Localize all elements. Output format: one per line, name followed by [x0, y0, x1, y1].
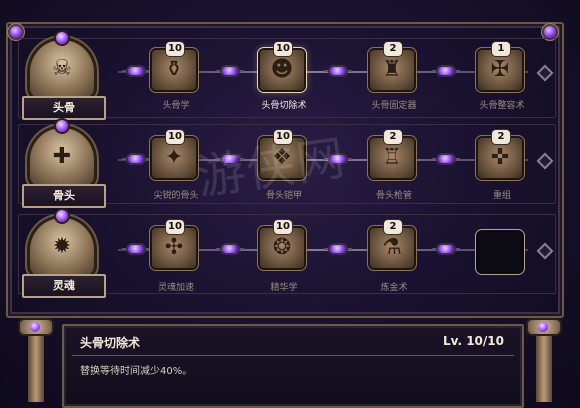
skill-level-badge: 10 [274, 220, 292, 234]
sharp-bone-icon: ✦ [164, 145, 184, 170]
skill-level-badge: 10 [166, 42, 184, 56]
skull-fixer-icon: ♜ [382, 57, 402, 82]
skill-slot-selected[interactable]: ☻ 10 [260, 42, 308, 92]
skill-slot[interactable]: ✣ 10 [152, 220, 200, 270]
skill-name: 灵魂加速 [157, 283, 194, 293]
link-node [122, 154, 150, 164]
skill-detail-panel: 头骨切除术 Lv. 10/10 替换等待时间减少40%。 [62, 324, 524, 408]
skill-slot[interactable]: ❂ 10 [260, 220, 308, 270]
category-label: 头骨 [22, 96, 106, 120]
bone-barrel-icon: ♖ [382, 145, 402, 170]
detail-title: 头骨切除术 [80, 336, 141, 350]
detail-description: 替换等待时间减少40%。 [80, 366, 193, 377]
skill-level-badge: 2 [384, 220, 402, 234]
row-end-node-icon [536, 242, 554, 260]
soul-icon: ✹ [52, 234, 72, 259]
pillar-gem-icon [538, 322, 548, 332]
row-end-node-icon [536, 152, 554, 170]
soul-accel-icon: ✣ [164, 235, 184, 260]
skill-level-badge: 2 [492, 130, 510, 144]
category-bone[interactable]: ✚ 骨头 [22, 120, 106, 208]
skull-study-icon: ⚱ [164, 57, 184, 82]
link-node [122, 66, 150, 76]
empty-slot-icon [478, 232, 522, 272]
skill-name: 骨头枪管 [375, 191, 412, 201]
skill-level-badge: 10 [166, 220, 184, 234]
skill-tree-screen: ☠ 头骨 ⚱ 10 头骨学 ☻ 10 头骨切除术 ♜ 2 头骨固定器 ✠ 1 头… [0, 0, 580, 408]
skill-slot[interactable]: ⚗ 2 [370, 220, 418, 270]
left-pillar [18, 316, 54, 408]
skill-level-badge: 2 [384, 130, 402, 144]
link-node [122, 244, 150, 254]
skill-slot[interactable]: ⚱ 10 [152, 42, 200, 92]
category-label: 灵魂 [22, 274, 106, 298]
category-label: 骨头 [22, 184, 106, 208]
pillar-gem-icon [30, 322, 40, 332]
category-skull[interactable]: ☠ 头骨 [22, 32, 106, 120]
link-node [432, 154, 460, 164]
skull-icon: ☠ [52, 56, 72, 81]
skill-level-badge: 10 [274, 42, 292, 56]
link-node [216, 244, 244, 254]
link-node [216, 66, 244, 76]
detail-divider [72, 355, 514, 356]
skill-name: 头骨整容术 [479, 101, 525, 111]
skill-name: 炼金术 [380, 283, 408, 293]
emblem-gem-icon [56, 32, 68, 44]
essence-icon: ❂ [272, 235, 292, 260]
category-soul[interactable]: ✹ 灵魂 [22, 210, 106, 298]
skill-level-badge: 10 [166, 130, 184, 144]
skill-slot[interactable]: ♖ 2 [370, 130, 418, 180]
recombine-icon: ✜ [490, 145, 510, 170]
skill-name: 头骨固定器 [371, 101, 417, 111]
emblem-gem-icon [56, 120, 68, 132]
skill-name: 头骨切除术 [261, 101, 307, 111]
skill-name: 精华学 [270, 283, 298, 293]
link-node [324, 66, 352, 76]
bone-icon: ✚ [52, 144, 72, 169]
link-node [432, 66, 460, 76]
skull-excision-icon: ☻ [270, 57, 294, 82]
right-pillar [526, 316, 562, 408]
skill-level-badge: 1 [492, 42, 510, 56]
corner-gem-icon [10, 26, 22, 38]
alchemy-icon: ⚗ [382, 235, 402, 260]
emblem-gem-icon [56, 210, 68, 222]
detail-level: Lv. 10/10 [442, 334, 504, 348]
link-node [432, 244, 460, 254]
skill-slot[interactable]: ✠ 1 [478, 42, 526, 92]
skill-slot-empty[interactable] [478, 228, 526, 274]
corner-gem-icon [544, 26, 556, 38]
link-node [324, 244, 352, 254]
skill-name: 重组 [492, 191, 511, 201]
skill-level-badge: 2 [384, 42, 402, 56]
skill-name: 头骨学 [162, 101, 190, 111]
skill-slot[interactable]: ♜ 2 [370, 42, 418, 92]
row-end-node-icon [536, 64, 554, 82]
skull-cosmetic-icon: ✠ [490, 57, 510, 82]
skill-slot[interactable]: ✜ 2 [478, 130, 526, 180]
